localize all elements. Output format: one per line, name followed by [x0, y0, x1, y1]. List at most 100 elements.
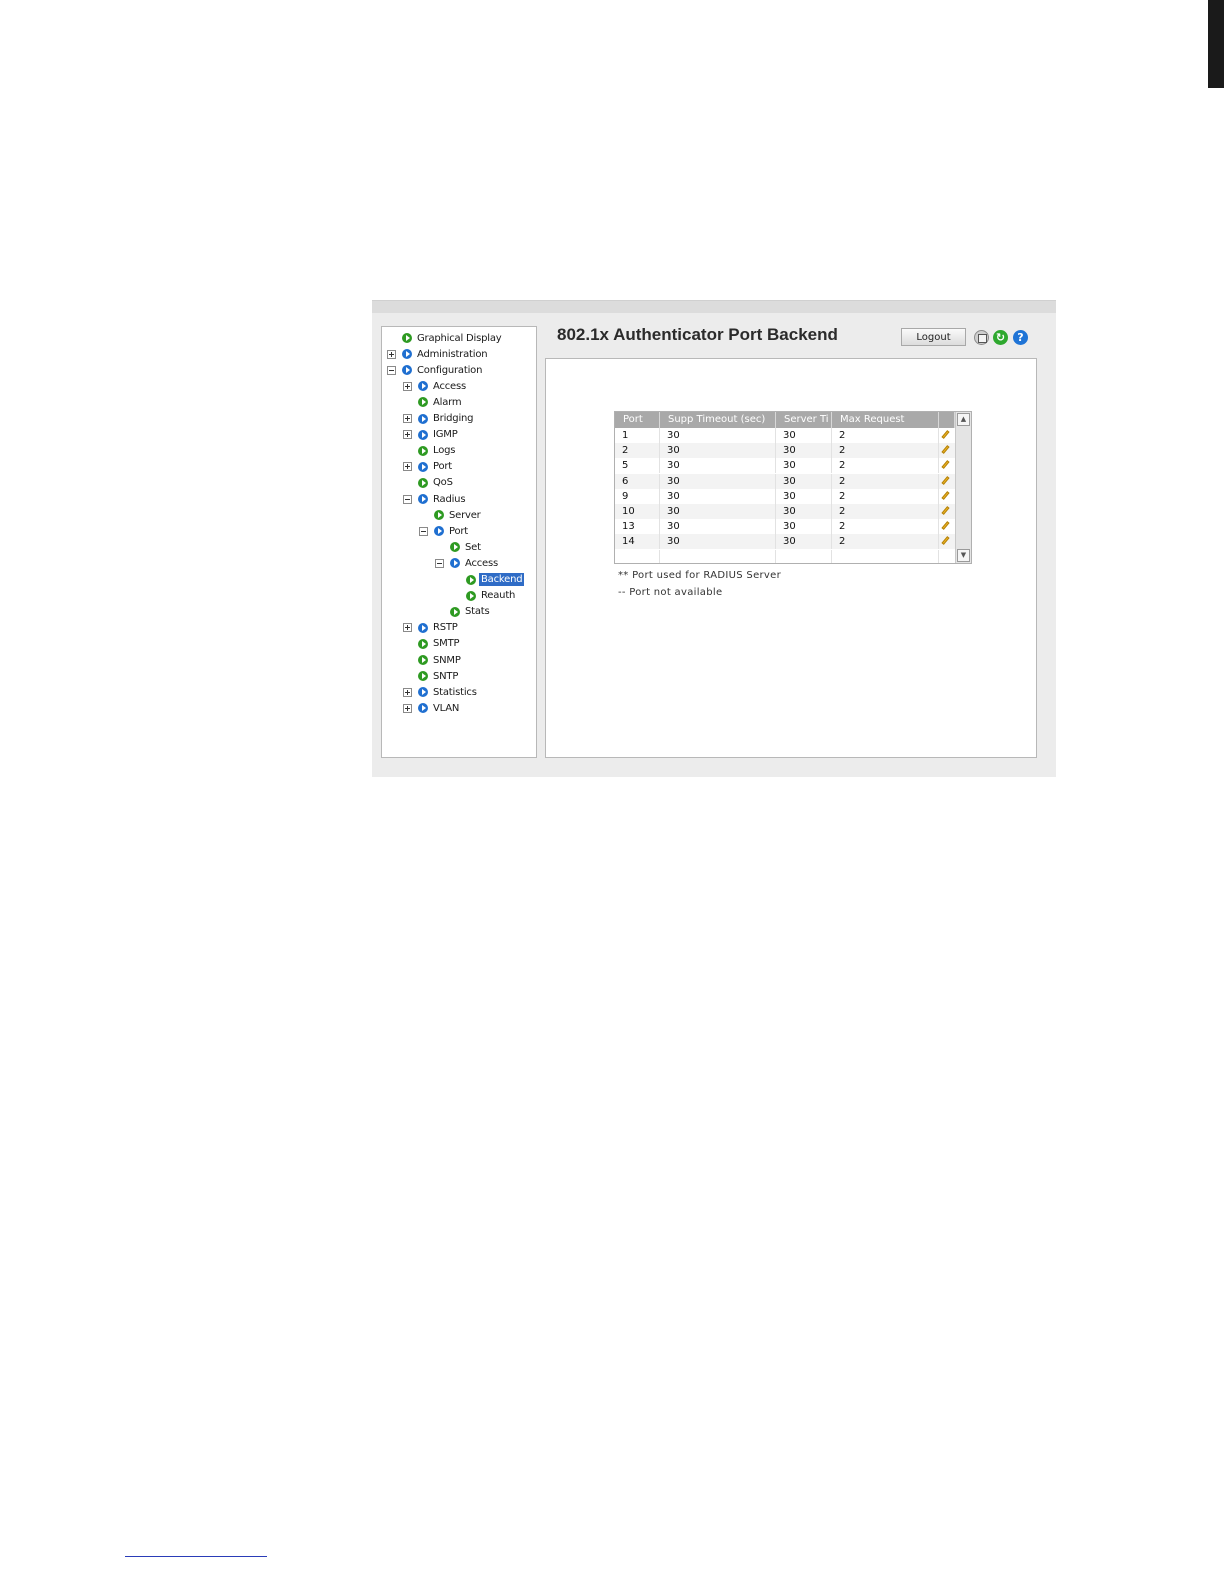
expand-icon[interactable]: [403, 703, 412, 713]
edit-pencil-icon[interactable]: [941, 445, 951, 455]
refresh-icon[interactable]: ↻: [993, 330, 1008, 345]
column-header-server-timeout[interactable]: Server Ti: [776, 412, 832, 428]
table-header: Port Supp Timeout (sec) Server Ti Max Re…: [615, 412, 955, 428]
collapse-icon[interactable]: [435, 558, 444, 568]
column-header-port[interactable]: Port: [615, 412, 660, 428]
folder-arrow-icon: [418, 461, 428, 472]
nav-item-port[interactable]: Port: [419, 523, 470, 539]
nav-item-port[interactable]: Port: [403, 459, 454, 475]
folder-arrow-icon: [418, 622, 428, 633]
collapse-icon[interactable]: [387, 365, 396, 375]
edit-pencil-icon[interactable]: [941, 430, 951, 440]
edit-pencil-icon[interactable]: [941, 460, 951, 470]
cell-max-request: 2: [832, 473, 939, 489]
nav-item-configuration[interactable]: Configuration: [387, 362, 484, 378]
nav-item-label: Logs: [433, 445, 456, 457]
folder-arrow-icon: [402, 349, 412, 360]
nav-item-radius[interactable]: Radius: [403, 491, 467, 507]
expand-icon[interactable]: [403, 414, 412, 423]
nav-item-label: Bridging: [433, 413, 474, 424]
nav-item-server[interactable]: Server: [419, 507, 483, 523]
nav-item-label: Access: [433, 380, 467, 392]
cell-port: 14: [615, 534, 660, 550]
cell-port: 9: [615, 488, 660, 504]
nav-item-vlan[interactable]: VLAN: [403, 700, 461, 716]
cell-max-request: 2: [832, 504, 939, 519]
nav-item-backend[interactable]: Backend: [451, 572, 525, 588]
nav-item-smtp[interactable]: SMTP: [403, 636, 461, 652]
table-row[interactable]: 13 30 30 2: [615, 519, 955, 535]
cell-supp-timeout: 30: [660, 534, 776, 550]
nav-item-qos[interactable]: QoS: [403, 475, 455, 491]
table-row[interactable]: 9 30 30 2: [615, 488, 955, 504]
nav-item-logs[interactable]: Logs: [403, 443, 457, 459]
cell-supp-timeout: 30: [660, 428, 776, 443]
table-scrollbar[interactable]: ▲ ▼: [955, 412, 971, 563]
cell-server-timeout: 30: [776, 534, 832, 550]
nav-item-label: Access: [465, 557, 499, 569]
cell-server-timeout: 30: [776, 443, 832, 459]
table-row[interactable]: 2 30 30 2: [615, 443, 955, 459]
nav-item-bridging[interactable]: Bridging: [403, 411, 475, 427]
empty-cell: [615, 549, 660, 563]
page-arrow-icon: [418, 655, 428, 665]
column-header-supp-timeout[interactable]: Supp Timeout (sec): [660, 412, 776, 428]
nav-item-stats[interactable]: Stats: [435, 604, 492, 620]
column-header-max-request[interactable]: Max Request: [832, 412, 939, 428]
empty-cell: [776, 549, 832, 563]
nav-item-access[interactable]: Access: [403, 378, 468, 394]
page-arrow-icon: [418, 397, 428, 408]
expand-icon[interactable]: [387, 349, 396, 359]
expand-icon[interactable]: [403, 381, 412, 391]
nav-item-igmp[interactable]: IGMP: [403, 427, 460, 443]
cell-max-request: 2: [832, 519, 939, 535]
save-icon[interactable]: [974, 330, 989, 345]
scroll-up-arrow-icon[interactable]: ▲: [957, 413, 970, 426]
table-row[interactable]: 10 30 30 2: [615, 504, 955, 519]
expand-icon[interactable]: [403, 462, 412, 472]
edit-pencil-icon[interactable]: [941, 491, 951, 501]
folder-arrow-icon: [418, 413, 428, 424]
expand-icon[interactable]: [403, 430, 412, 440]
table-row[interactable]: 5 30 30 2: [615, 458, 955, 474]
table-row[interactable]: 1 30 30 2: [615, 428, 955, 443]
nav-item-alarm[interactable]: Alarm: [403, 394, 463, 410]
app-window: Graphical Display Administration Configura…: [372, 300, 1056, 777]
cell-max-request: 2: [832, 458, 939, 474]
nav-item-snmp[interactable]: SNMP: [403, 652, 463, 668]
page-edge-mark: [1208, 0, 1224, 88]
nav-item-statistics[interactable]: Statistics: [403, 684, 479, 700]
cell-supp-timeout: 30: [660, 458, 776, 474]
collapse-icon[interactable]: [403, 494, 412, 504]
expand-icon[interactable]: [403, 623, 412, 633]
table-row[interactable]: 6 30 30 2: [615, 473, 955, 489]
cell-max-request: 2: [832, 534, 939, 550]
edit-pencil-icon[interactable]: [941, 506, 951, 516]
expand-icon[interactable]: [403, 687, 412, 697]
collapse-icon[interactable]: [419, 526, 428, 536]
nav-item-label: SNMP: [433, 654, 461, 666]
nav-item-label: RSTP: [433, 622, 458, 634]
folder-arrow-icon: [418, 687, 428, 698]
page-arrow-icon: [450, 542, 460, 553]
nav-item-rstp[interactable]: RSTP: [403, 620, 460, 636]
nav-item-label: Graphical Display: [417, 332, 502, 344]
nav-item-label: IGMP: [433, 429, 458, 441]
nav-item-administration[interactable]: Administration: [387, 346, 489, 362]
scroll-down-arrow-icon[interactable]: ▼: [957, 549, 970, 562]
note-port-not-available: -- Port not available: [618, 587, 723, 598]
edit-pencil-icon[interactable]: [941, 476, 951, 486]
nav-item-reauth[interactable]: Reauth: [451, 588, 517, 604]
cell-max-request: 2: [832, 488, 939, 504]
logout-button[interactable]: Logout: [901, 328, 966, 346]
nav-item-access[interactable]: Access: [435, 555, 500, 571]
nav-item-set[interactable]: Set: [435, 539, 483, 555]
edit-pencil-icon[interactable]: [941, 521, 951, 531]
edit-pencil-icon[interactable]: [941, 536, 951, 546]
nav-item-graphical-display[interactable]: Graphical Display: [387, 330, 504, 346]
table-empty-row: [615, 549, 955, 563]
nav-item-sntp[interactable]: SNTP: [403, 668, 460, 684]
help-icon[interactable]: ?: [1013, 330, 1028, 345]
table-row[interactable]: 14 30 30 2: [615, 534, 955, 550]
nav-item-label: Configuration: [417, 364, 483, 376]
